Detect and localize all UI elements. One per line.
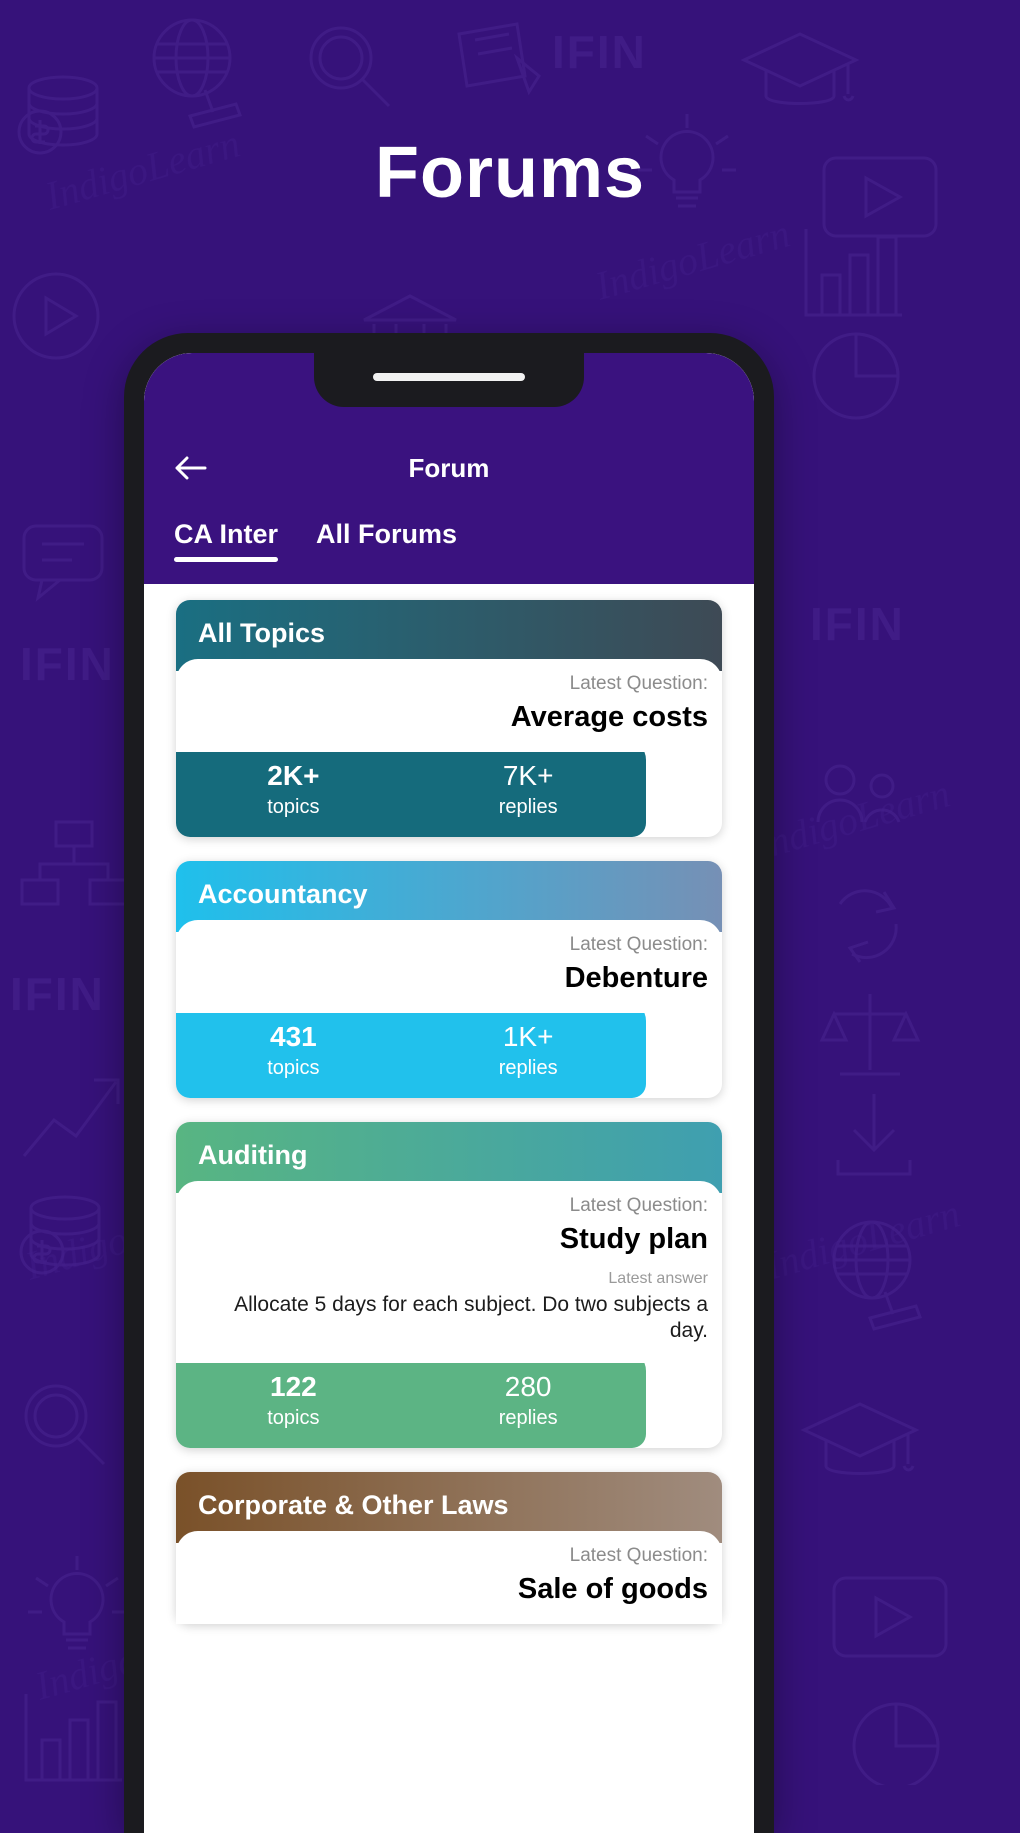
forum-card-stats: 431 topics 1K+ replies [176, 999, 646, 1098]
phone-mockup: Forum CA Inter All Forums All Topics Lat… [124, 333, 774, 1833]
forum-card-auditing[interactable]: Auditing Latest Question: Study plan Lat… [176, 1122, 722, 1448]
forum-card-corporate-other-laws[interactable]: Corporate & Other Laws Latest Question: … [176, 1471, 722, 1624]
latest-question-label: Latest Question: [569, 673, 708, 694]
back-button[interactable] [170, 448, 210, 488]
stat-topics-label: topics [267, 796, 320, 818]
forum-card-title: Corporate & Other Laws [198, 1489, 509, 1520]
page-title: Forums [374, 133, 646, 213]
forum-card-all-topics[interactable]: All Topics Latest Question: Average cost… [176, 600, 722, 837]
forum-list[interactable]: All Topics Latest Question: Average cost… [144, 584, 754, 1833]
stat-replies-value: 280 [504, 1370, 552, 1402]
forum-card-body: Latest Question: Study plan Latest answe… [176, 1181, 722, 1363]
stat-replies: 280 replies [411, 1371, 646, 1430]
stat-replies-label: replies [498, 1057, 558, 1079]
stat-replies-label: replies [498, 796, 558, 818]
latest-question-label: Latest Question: [569, 934, 708, 955]
stat-topics-value: 2K+ [267, 760, 320, 791]
app-title: Forum [408, 452, 490, 483]
latest-answer-value: Allocate 5 days for each subject. Do two… [234, 1293, 708, 1343]
latest-question-value: Sale of goods [517, 1572, 708, 1605]
notch-speaker [373, 373, 525, 381]
stat-replies-label: replies [498, 1406, 558, 1429]
stat-topics-label: topics [267, 1057, 320, 1079]
stat-replies: 7K+ replies [411, 760, 646, 819]
stat-replies: 1K+ replies [411, 1021, 646, 1080]
tab-ca-inter[interactable]: CA Inter [174, 519, 279, 562]
stat-topics: 122 topics [176, 1371, 411, 1430]
stat-replies-value: 7K+ [502, 760, 554, 791]
forum-card-accountancy[interactable]: Accountancy Latest Question: Debenture 4… [176, 861, 722, 1098]
latest-question-label: Latest Question: [569, 1195, 708, 1216]
phone-screen: Forum CA Inter All Forums All Topics Lat… [144, 353, 754, 1833]
forum-card-title: Auditing [198, 1140, 308, 1170]
latest-question-value: Study plan [559, 1223, 708, 1255]
latest-question-value: Average costs [510, 701, 708, 733]
stat-topics-value: 122 [270, 1370, 317, 1402]
forum-card-title: All Topics [198, 618, 326, 648]
phone-notch [314, 353, 584, 407]
app-header-top-row: Forum [144, 437, 754, 499]
stat-topics-label: topics [267, 1406, 320, 1429]
forum-card-body: Latest Question: Average costs [176, 659, 722, 752]
stat-topics: 431 topics [176, 1021, 411, 1080]
tab-all-forums[interactable]: All Forums [316, 519, 457, 562]
latest-question-label: Latest Question: [569, 1544, 708, 1566]
forum-card-stats: 2K+ topics 7K+ replies [176, 738, 646, 837]
forum-card-body: Latest Question: Sale of goods [176, 1530, 722, 1624]
forum-card-body: Latest Question: Debenture [176, 920, 722, 1013]
arrow-left-icon [175, 456, 207, 480]
forum-card-title: Accountancy [198, 879, 368, 909]
forum-card-stats: 122 topics 280 replies [176, 1348, 646, 1448]
forum-tabs: CA Inter All Forums [144, 499, 754, 562]
stat-topics-value: 431 [270, 1021, 317, 1052]
stat-topics: 2K+ topics [176, 760, 411, 819]
stat-replies-value: 1K+ [502, 1021, 554, 1052]
latest-question-value: Debenture [564, 962, 708, 994]
latest-answer-label: Latest answer [608, 1270, 708, 1287]
